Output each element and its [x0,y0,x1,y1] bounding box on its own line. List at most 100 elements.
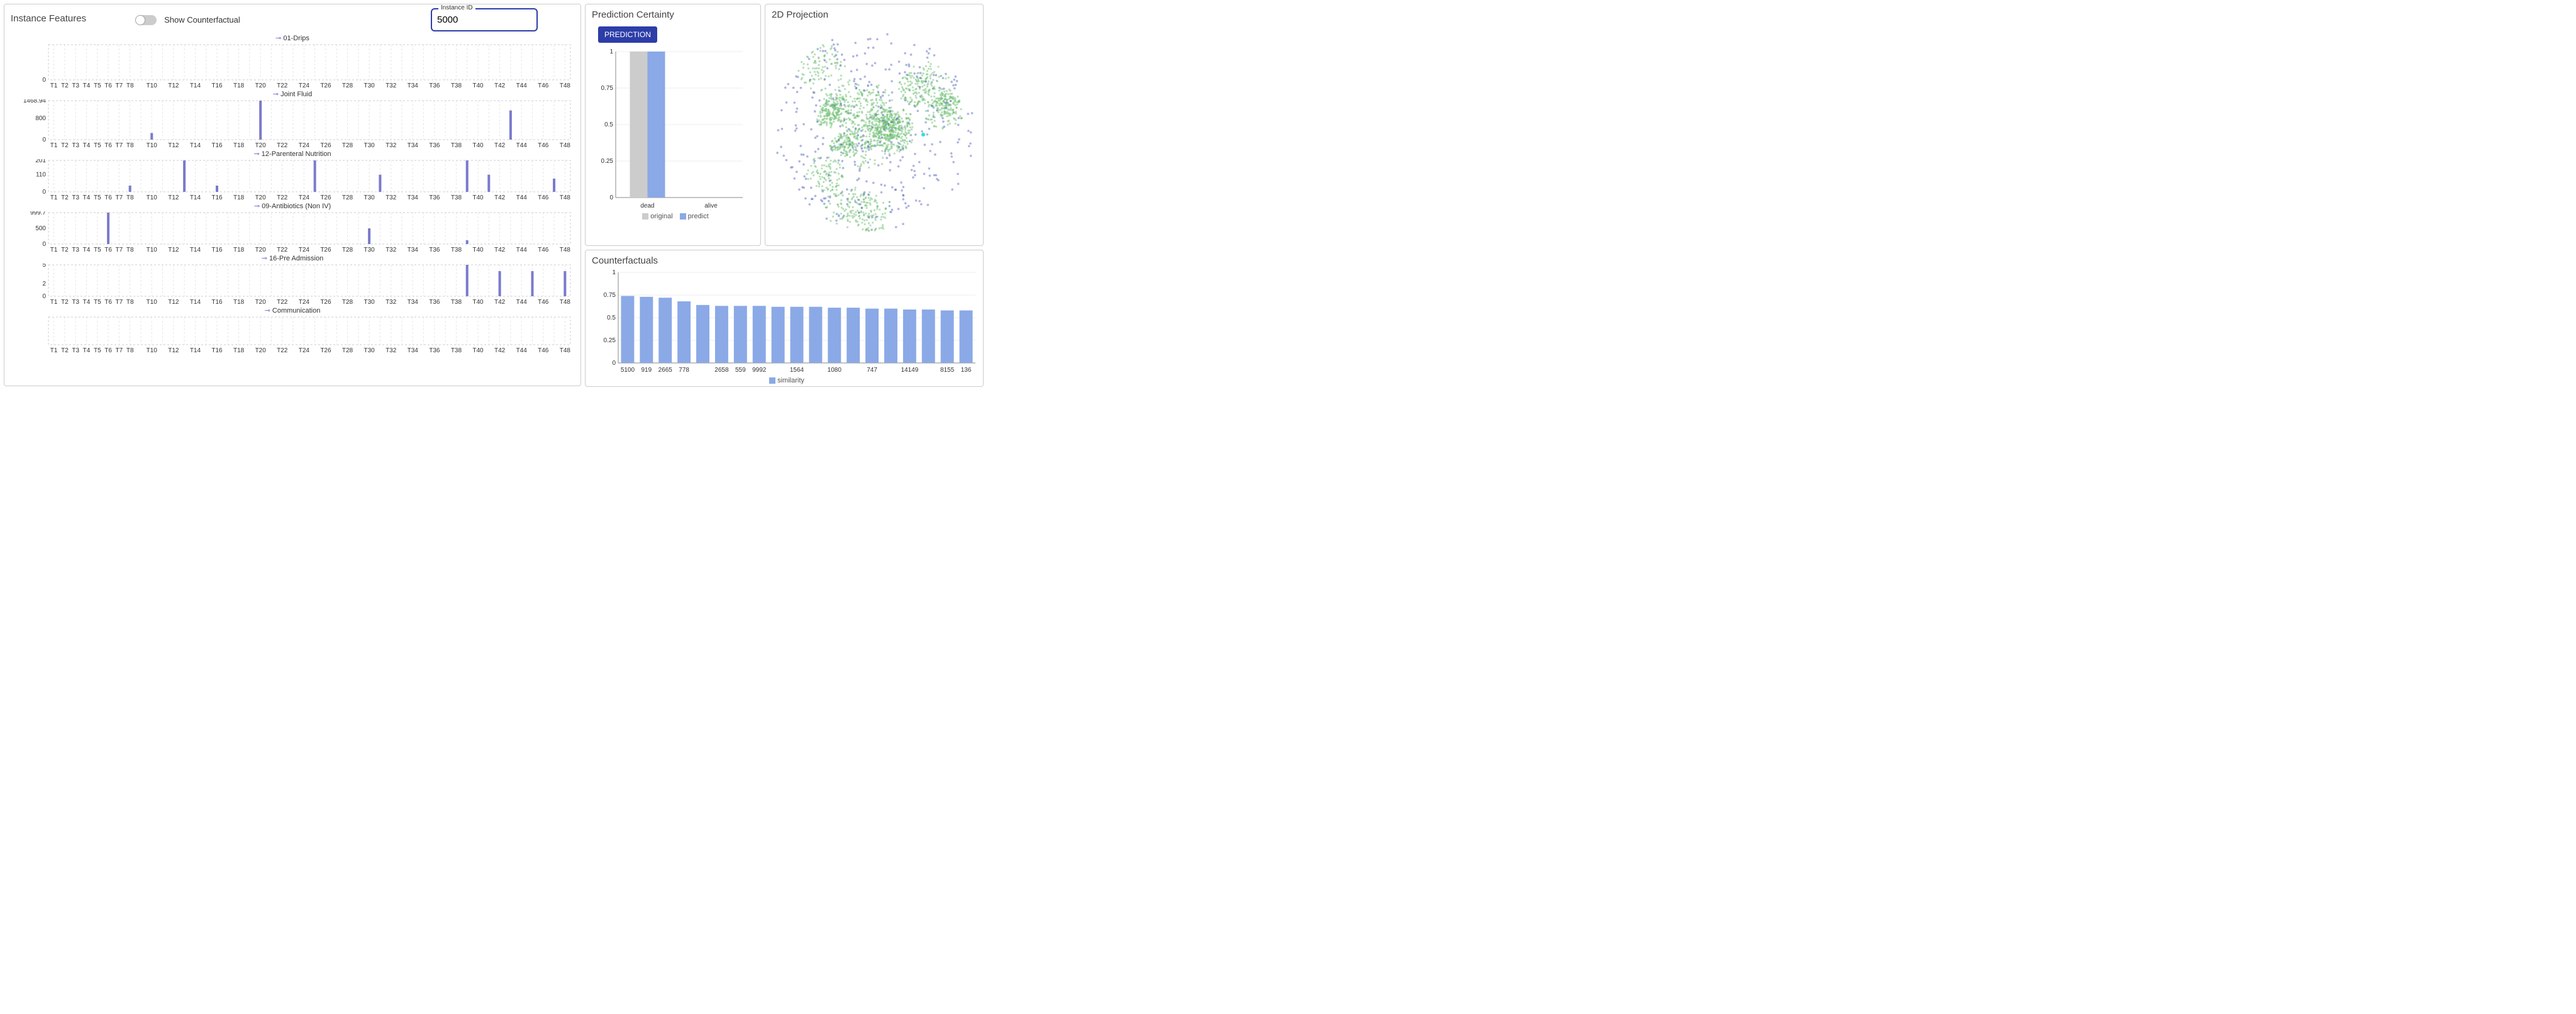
svg-text:T2: T2 [61,142,69,148]
svg-text:T16: T16 [211,142,223,148]
svg-text:T5: T5 [94,194,101,201]
svg-text:0.5: 0.5 [607,315,616,321]
svg-text:T44: T44 [516,247,528,253]
svg-text:T10: T10 [147,194,158,201]
svg-text:T16: T16 [211,299,223,305]
svg-text:T3: T3 [72,194,79,201]
svg-text:T14: T14 [190,247,201,253]
svg-text:T10: T10 [147,142,158,148]
svg-text:T48: T48 [560,347,571,354]
svg-text:T30: T30 [364,194,375,201]
svg-text:T8: T8 [126,142,134,148]
svg-text:5: 5 [42,264,46,269]
svg-text:T28: T28 [342,194,353,201]
svg-text:T42: T42 [494,194,506,201]
svg-text:T24: T24 [299,142,310,148]
svg-text:T1: T1 [50,82,58,89]
svg-text:T20: T20 [255,347,267,354]
svg-text:T18: T18 [233,194,245,201]
svg-text:T32: T32 [386,247,397,253]
svg-text:T2: T2 [61,194,69,201]
svg-text:T44: T44 [516,299,528,305]
svg-text:T10: T10 [147,247,158,253]
svg-text:T32: T32 [386,347,397,354]
svg-text:T20: T20 [255,82,267,89]
svg-text:T30: T30 [364,82,375,89]
svg-text:T42: T42 [494,299,506,305]
svg-text:T5: T5 [94,347,101,354]
svg-text:T28: T28 [342,82,353,89]
svg-text:T30: T30 [364,142,375,148]
svg-text:T7: T7 [116,247,123,253]
svg-text:T42: T42 [494,82,506,89]
svg-text:T6: T6 [104,194,112,201]
svg-text:T22: T22 [277,347,288,354]
svg-text:2: 2 [42,281,46,287]
svg-text:500: 500 [35,225,46,232]
prediction-title: Prediction Certainty [592,9,755,20]
svg-text:T18: T18 [233,347,245,354]
legend-original: original [650,213,672,220]
svg-text:T4: T4 [83,299,91,305]
svg-text:T26: T26 [320,82,331,89]
svg-text:0: 0 [42,241,46,248]
svg-text:T36: T36 [429,347,440,354]
svg-text:T12: T12 [168,247,179,253]
svg-text:T48: T48 [560,194,571,201]
svg-text:T48: T48 [560,142,571,148]
svg-text:T10: T10 [147,347,158,354]
prediction-button[interactable]: PREDICTION [598,26,657,43]
svg-text:919: 919 [641,367,652,374]
svg-text:T24: T24 [299,299,310,305]
projection-scatter[interactable] [770,24,978,238]
svg-text:T1: T1 [50,299,58,305]
prediction-certainty-chart: 00.250.50.751deadalive [591,48,755,211]
svg-text:T8: T8 [126,82,134,89]
svg-text:dead: dead [640,203,654,209]
svg-text:T36: T36 [429,194,440,201]
projection-panel: 2D Projection [765,4,984,246]
counterfactuals-title: Counterfactuals [592,255,978,266]
projection-title: 2D Projection [772,9,978,20]
sub-chart-title: 01-Drips [9,34,575,42]
svg-text:T40: T40 [472,299,484,305]
svg-text:T32: T32 [386,142,397,148]
svg-text:T12: T12 [168,299,179,305]
svg-text:T26: T26 [320,347,331,354]
svg-text:T46: T46 [538,247,549,253]
svg-text:T46: T46 [538,82,549,89]
svg-text:T7: T7 [116,194,123,201]
instance-id-input[interactable] [437,13,531,26]
svg-text:T26: T26 [320,299,331,305]
svg-text:T14: T14 [190,82,201,89]
instance-id-field[interactable]: Instance ID [431,8,538,31]
show-counterfactual-toggle[interactable] [135,15,157,25]
svg-text:T32: T32 [386,299,397,305]
counterfactuals-chart: 00.250.50.751510091926657782658559999215… [591,270,978,376]
legend-predict: predict [688,213,709,220]
svg-text:T22: T22 [277,299,288,305]
svg-text:0: 0 [609,194,613,201]
svg-text:T28: T28 [342,247,353,253]
svg-text:T6: T6 [104,82,112,89]
svg-text:T4: T4 [83,247,91,253]
svg-text:999.7: 999.7 [30,211,46,216]
sub-chart-title: Joint Fluid [9,90,575,98]
svg-text:747: 747 [867,367,877,374]
svg-text:T3: T3 [72,142,79,148]
svg-text:T48: T48 [560,82,571,89]
svg-text:T34: T34 [408,194,419,201]
svg-text:T26: T26 [320,247,331,253]
prediction-certainty-panel: Prediction Certainty PREDICTION 00.250.5… [585,4,761,246]
svg-text:T38: T38 [451,142,462,148]
svg-text:T20: T20 [255,247,267,253]
page-title: Instance Features [11,13,86,24]
svg-text:0: 0 [612,360,616,367]
svg-text:2658: 2658 [714,367,729,374]
svg-text:T24: T24 [299,194,310,201]
svg-text:136: 136 [961,367,972,374]
svg-text:559: 559 [735,367,746,374]
svg-text:1: 1 [612,270,616,276]
svg-text:1468.94: 1468.94 [23,99,47,104]
svg-text:0: 0 [42,293,46,300]
